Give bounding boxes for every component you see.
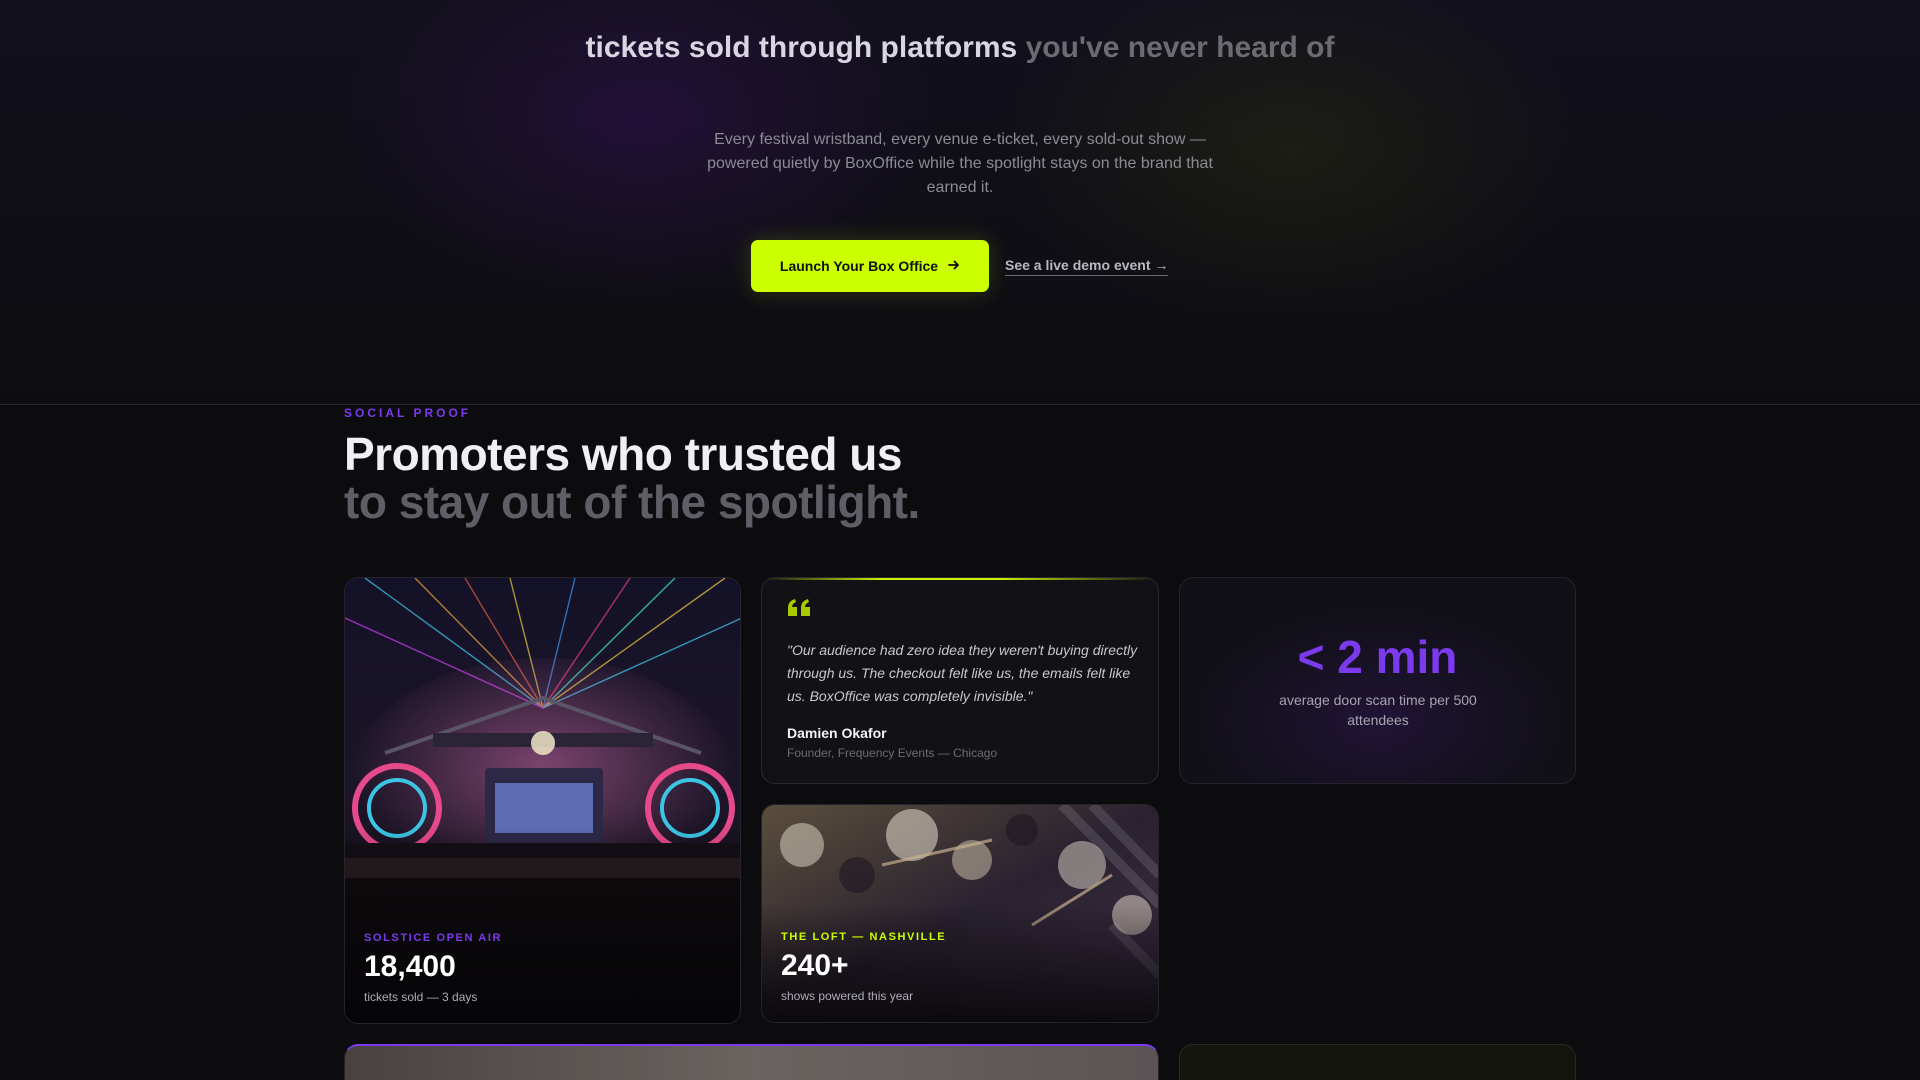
festival-value: 18,400 <box>364 950 456 983</box>
festival-case-card[interactable]: SOLSTICE OPEN AIR 18,400 tickets sold — … <box>344 577 741 1024</box>
festival-caption: tickets sold — 3 days <box>364 990 478 1004</box>
venue-case-card[interactable]: THE LOFT — NASHVILLE 240+ shows powered … <box>761 804 1159 1023</box>
venue-stats: THE LOFT — NASHVILLE 240+ shows powered … <box>781 931 946 1003</box>
testimonial-author: Damien Okafor <box>787 725 887 741</box>
section-title-line1: Promoters who trusted us <box>344 428 902 480</box>
section-title: Promoters who trusted us to stay out of … <box>344 430 920 526</box>
case-card-partial[interactable] <box>1179 1044 1576 1080</box>
scan-time-stat-card: < 2 min average door scan time per 500 a… <box>1179 577 1576 784</box>
hero-section: tickets sold through platforms you've ne… <box>0 0 1920 405</box>
wide-case-card-partial[interactable] <box>344 1044 1159 1080</box>
festival-stats: SOLSTICE OPEN AIR 18,400 tickets sold — … <box>364 932 502 1004</box>
hero-headline-dim: you've never heard of <box>1025 31 1335 64</box>
arrow-right-icon <box>948 258 960 274</box>
stat-label: average door scan time per 500 attendees <box>1279 692 1477 728</box>
testimonial-accent-line <box>762 578 1158 580</box>
festival-tag: SOLSTICE OPEN AIR <box>364 932 503 944</box>
hero-headline: tickets sold through platforms you've ne… <box>560 30 1360 66</box>
section-title-line2: to stay out of the spotlight. <box>344 476 920 528</box>
hero-cta-row: Launch Your Box Office See a live demo e… <box>751 240 1169 292</box>
launch-box-office-button[interactable]: Launch Your Box Office <box>751 240 989 292</box>
live-demo-link[interactable]: See a live demo event → <box>1005 257 1169 276</box>
venue-caption: shows powered this year <box>781 989 914 1003</box>
testimonial-role: Founder, Frequency Events — Chicago <box>787 746 998 760</box>
venue-tag: THE LOFT — NASHVILLE <box>781 931 947 943</box>
quote-mark-icon <box>786 596 812 623</box>
hero-subtitle: Every festival wristband, every venue e-… <box>707 131 1213 196</box>
launch-box-office-label: Launch Your Box Office <box>779 258 939 274</box>
hero-headline-bright: tickets sold through platforms <box>585 31 1018 64</box>
section-eyebrow: SOCIAL PROOF <box>344 406 472 420</box>
stat-value: < 2 min <box>1297 631 1458 683</box>
testimonial-quote: "Our audience had zero idea they weren't… <box>787 642 1138 704</box>
venue-value: 240+ <box>781 949 849 982</box>
testimonial-card: "Our audience had zero idea they weren't… <box>761 577 1159 784</box>
